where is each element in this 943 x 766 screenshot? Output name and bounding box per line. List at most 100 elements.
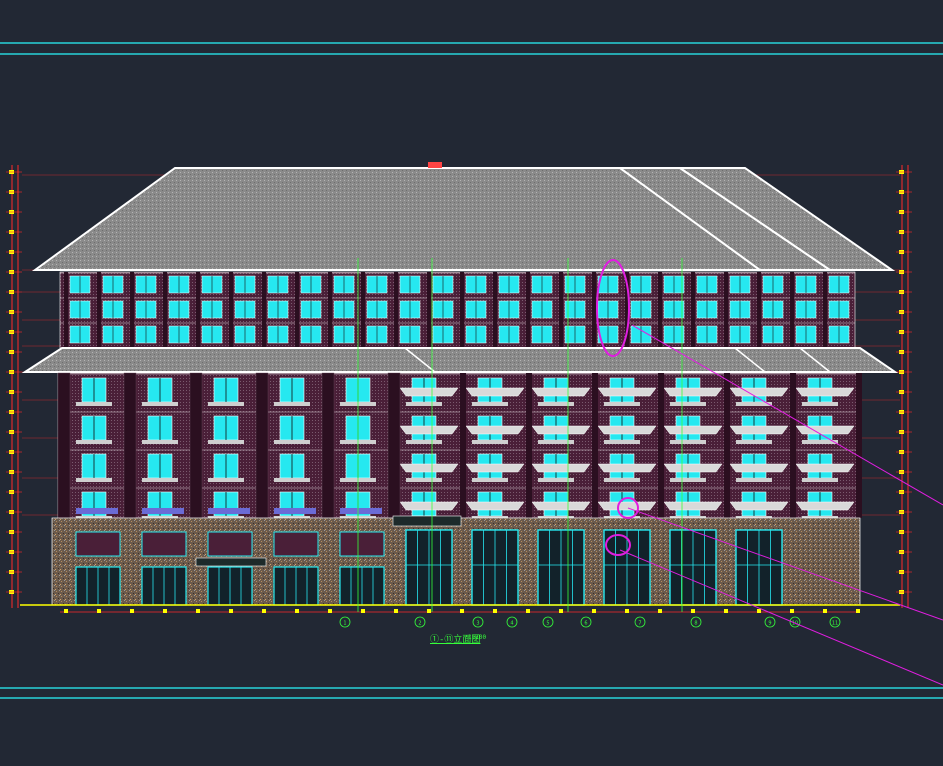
- dimension-tick: [361, 609, 365, 613]
- upper-pier: [64, 272, 68, 348]
- balcony-rail: [142, 508, 184, 514]
- dimension-tick: [790, 609, 794, 613]
- shop-sign: [141, 531, 187, 557]
- dimension-tick: [625, 609, 629, 613]
- dimension-tick: [64, 609, 68, 613]
- upper-pier: [229, 272, 233, 348]
- pier: [856, 373, 862, 518]
- balcony-canopy: [465, 425, 525, 435]
- upper-pier: [295, 272, 299, 348]
- dimension-tick: [427, 609, 431, 613]
- upper-pier: [493, 272, 497, 348]
- upper-pier: [559, 272, 563, 348]
- dimension-tick: [493, 609, 497, 613]
- upper-pier: [97, 272, 101, 348]
- grid-axis-label: 2: [418, 621, 421, 627]
- upper-pier: [526, 272, 530, 348]
- grid-axis-label: 7: [638, 621, 641, 627]
- dimension-tick: [97, 609, 101, 613]
- cad-canvas[interactable]: 1234567891011 ①-⑪立面图 1:100: [0, 0, 943, 762]
- upper-pier: [757, 272, 761, 348]
- elevation-drawing: 1234567891011: [0, 42, 943, 699]
- shop-sign: [75, 531, 121, 557]
- pier: [658, 373, 664, 518]
- balcony-canopy: [399, 387, 459, 397]
- upper-pier: [361, 272, 365, 348]
- roof-ridge-mark: [428, 162, 442, 168]
- window-sill: [76, 440, 112, 444]
- upper-pier: [328, 272, 332, 348]
- balcony-canopy: [663, 425, 723, 435]
- balcony-canopy: [597, 463, 657, 473]
- window-sill: [472, 402, 508, 406]
- pier: [321, 372, 335, 519]
- window-sill: [274, 440, 310, 444]
- pier: [255, 372, 269, 519]
- dimension-tick: [229, 609, 233, 613]
- upper-pier: [427, 272, 431, 348]
- balcony-canopy: [399, 501, 459, 511]
- window-sill: [142, 478, 178, 482]
- window-sill: [274, 402, 310, 406]
- window-sill: [604, 402, 640, 406]
- window-sill: [208, 440, 244, 444]
- balcony-canopy: [597, 501, 657, 511]
- window-sill: [208, 478, 244, 482]
- window-sill: [802, 402, 838, 406]
- dimension-tick: [757, 609, 761, 613]
- pier: [790, 373, 796, 518]
- window-sill: [538, 478, 574, 482]
- window-sill: [670, 440, 706, 444]
- balcony-canopy: [795, 425, 855, 435]
- window-sill: [670, 478, 706, 482]
- upper-pier: [724, 272, 728, 348]
- window-sill: [274, 478, 310, 482]
- window-sill: [76, 402, 112, 406]
- balcony-canopy: [795, 501, 855, 511]
- dimension-tick: [526, 609, 530, 613]
- balcony-canopy: [399, 463, 459, 473]
- balcony-canopy: [465, 387, 525, 397]
- upper-pier: [163, 272, 167, 348]
- window-sill: [604, 440, 640, 444]
- shop-sign: [273, 531, 319, 557]
- window-sill: [406, 478, 442, 482]
- upper-pier: [262, 272, 266, 348]
- balcony-canopy: [729, 425, 789, 435]
- dimension-tick: [295, 609, 299, 613]
- pier: [592, 373, 598, 518]
- dimension-tick: [559, 609, 563, 613]
- dimension-tick: [262, 609, 266, 613]
- balcony-canopy: [399, 425, 459, 435]
- dimension-tick: [691, 609, 695, 613]
- balcony-canopy: [795, 463, 855, 473]
- upper-pier: [691, 272, 695, 348]
- dimension-tick: [856, 609, 860, 613]
- window-sill: [142, 402, 178, 406]
- pier: [526, 373, 532, 518]
- grid-axis-label: 4: [510, 621, 513, 627]
- grid-axis-label: 11: [832, 621, 838, 627]
- balcony-canopy: [465, 463, 525, 473]
- balcony-canopy: [531, 425, 591, 435]
- balcony-canopy: [729, 501, 789, 511]
- pier: [460, 373, 466, 518]
- pier: [189, 372, 203, 519]
- upper-pier: [823, 272, 827, 348]
- upper-pier: [130, 272, 134, 348]
- shop-sign: [207, 531, 253, 557]
- dimension-tick: [196, 609, 200, 613]
- upper-pier: [196, 272, 200, 348]
- pier: [57, 372, 71, 519]
- balcony-rail: [340, 508, 382, 514]
- balcony-canopy: [795, 387, 855, 397]
- dimension-tick: [328, 609, 332, 613]
- balcony-canopy: [465, 501, 525, 511]
- balcony-canopy: [597, 425, 657, 435]
- grid-axis-label: 9: [768, 621, 771, 627]
- dimension-tick: [592, 609, 596, 613]
- lower-roof: [21, 347, 899, 373]
- grid-axis-label: 6: [584, 621, 587, 627]
- balcony-canopy: [663, 387, 723, 397]
- upper-pier: [790, 272, 794, 348]
